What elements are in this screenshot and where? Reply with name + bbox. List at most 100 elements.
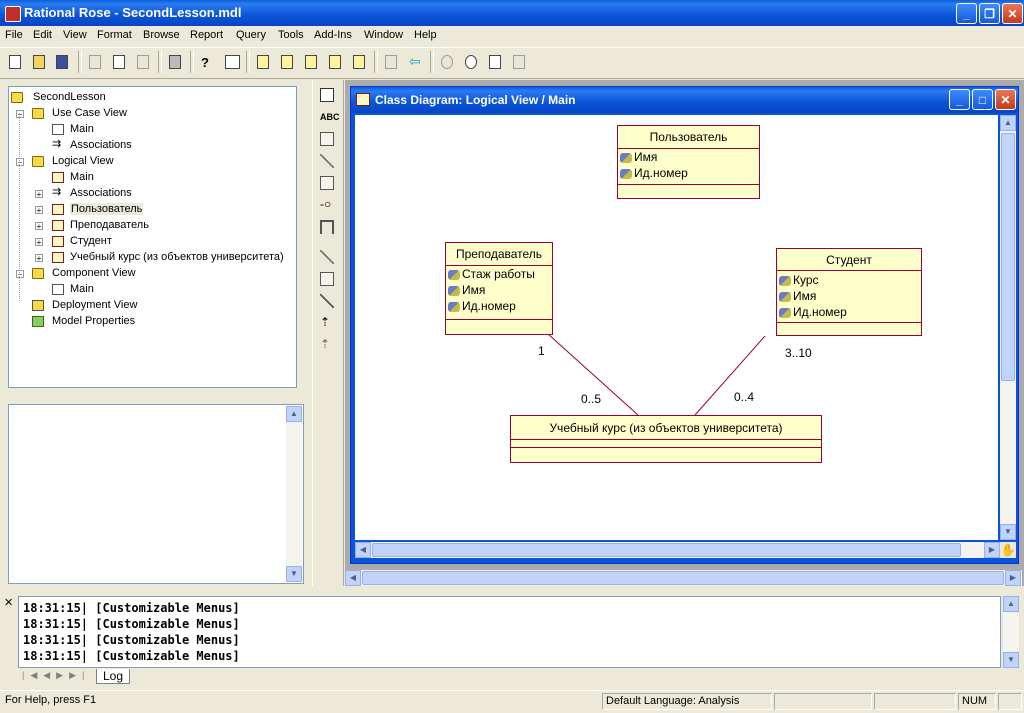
package-tool-icon[interactable]: [318, 270, 336, 288]
menu-help[interactable]: Help: [414, 29, 437, 41]
menu-view[interactable]: View: [63, 29, 87, 41]
scroll-up-icon[interactable]: ▲: [1000, 115, 1016, 131]
log-vertical-scrollbar[interactable]: ▲ ▼: [1003, 596, 1019, 668]
selection-tool-icon[interactable]: [318, 86, 336, 104]
context-help-icon[interactable]: ?: [198, 53, 216, 71]
attribute[interactable]: Стаж работы: [448, 267, 535, 281]
class-name: Пользователь: [618, 126, 759, 149]
collapse-icon[interactable]: −: [16, 110, 24, 119]
browse-deployment-diagram-icon[interactable]: [350, 53, 368, 71]
rational-rose-app-icon[interactable]: [5, 6, 21, 22]
model-browser-tree[interactable]: SecondLesson − Use Case View Main ⇉ Asso…: [8, 86, 297, 388]
text-box-tool-icon[interactable]: ABC: [318, 108, 340, 126]
attribute[interactable]: Имя: [448, 283, 485, 297]
close-button[interactable]: ✕: [1002, 3, 1023, 24]
attribute[interactable]: Имя: [779, 289, 816, 303]
scroll-up-icon[interactable]: ▲: [286, 406, 302, 422]
diagram-horizontal-scrollbar[interactable]: ◀ ▶: [355, 542, 1000, 558]
class-tool-icon[interactable]: [318, 174, 336, 192]
minimize-button[interactable]: _: [956, 3, 977, 24]
print-icon[interactable]: [166, 53, 184, 71]
expand-icon[interactable]: +: [35, 254, 43, 263]
diagram-window-title-bar[interactable]: Class Diagram: Logical View / Main _ □ ✕: [351, 87, 1018, 113]
attribute[interactable]: Имя: [620, 150, 657, 164]
mdi-horizontal-scrollbar[interactable]: ◀ ▶: [345, 570, 1022, 586]
doc-vertical-scrollbar[interactable]: ▲ ▼: [286, 406, 302, 582]
menu-query[interactable]: Query: [236, 29, 266, 41]
menu-report[interactable]: Report: [190, 29, 223, 41]
tab-log[interactable]: Log: [96, 669, 131, 684]
unidirectional-association-tool-icon[interactable]: [318, 218, 336, 236]
paste-icon[interactable]: [134, 53, 152, 71]
copy-icon[interactable]: [110, 53, 128, 71]
class-diagram-window[interactable]: Class Diagram: Logical View / Main _ □ ✕…: [350, 86, 1019, 564]
menu-format[interactable]: Format: [97, 29, 132, 41]
browse-parent-icon[interactable]: [382, 53, 400, 71]
expand-icon[interactable]: +: [35, 190, 43, 199]
scroll-left-icon[interactable]: ◀: [345, 570, 361, 586]
diagram-minimize-button[interactable]: _: [949, 89, 970, 110]
generalization-tool-icon[interactable]: ⇡: [318, 314, 336, 332]
scroll-down-icon[interactable]: ▼: [286, 566, 302, 582]
scroll-right-icon[interactable]: ▶: [984, 542, 1000, 558]
collapse-icon[interactable]: −: [16, 270, 24, 279]
class-teacher[interactable]: Преподаватель Стаж работы Имя Ид.номер: [445, 242, 553, 335]
browse-class-diagram-icon[interactable]: [254, 53, 272, 71]
menu-file[interactable]: File: [5, 29, 23, 41]
zoom-out-icon[interactable]: [462, 53, 480, 71]
scroll-down-icon[interactable]: ▼: [1003, 652, 1019, 668]
expand-icon[interactable]: +: [35, 238, 43, 247]
browse-interaction-diagram-icon[interactable]: [278, 53, 296, 71]
class-student[interactable]: Студент Курс Имя Ид.номер: [776, 248, 922, 336]
pan-hand-icon[interactable]: ✋: [1000, 542, 1016, 558]
close-log-icon[interactable]: ✕: [4, 598, 16, 610]
collapse-icon[interactable]: −: [16, 158, 24, 167]
diagram-vertical-scrollbar[interactable]: ▲ ▼: [1000, 115, 1016, 540]
diagram-maximize-button[interactable]: □: [972, 89, 993, 110]
attribute[interactable]: Ид.номер: [779, 305, 847, 319]
restore-button[interactable]: ❐: [979, 3, 1000, 24]
class-course[interactable]: Учебный курс (из объектов университета): [510, 415, 822, 463]
diagram-canvas[interactable]: Пользователь Имя Ид.номер Преподаватель …: [355, 115, 998, 540]
zoom-in-icon[interactable]: [438, 53, 456, 71]
scroll-up-icon[interactable]: ▲: [1003, 596, 1019, 612]
log-text-area[interactable]: 18:31:15| [Customizable Menus] 18:31:15|…: [18, 596, 1001, 668]
expand-icon[interactable]: +: [35, 222, 43, 231]
browse-state-diagram-icon[interactable]: [326, 53, 344, 71]
scroll-down-icon[interactable]: ▼: [1000, 524, 1016, 540]
new-icon[interactable]: [6, 53, 24, 71]
cut-icon[interactable]: [86, 53, 104, 71]
dependency-tool-icon[interactable]: [318, 292, 336, 310]
scroll-thumb[interactable]: [362, 571, 1004, 585]
scroll-thumb[interactable]: [1001, 133, 1015, 381]
student-course-association[interactable]: [694, 335, 766, 416]
expand-icon[interactable]: +: [35, 206, 43, 215]
view-documentation-icon[interactable]: [222, 53, 240, 71]
documentation-pane[interactable]: ▲ ▼: [8, 404, 304, 584]
menu-window[interactable]: Window: [364, 29, 403, 41]
anchor-note-tool-icon[interactable]: [318, 152, 336, 170]
save-icon[interactable]: [53, 53, 71, 71]
menu-tools[interactable]: Tools: [278, 29, 304, 41]
interface-tool-icon[interactable]: -○: [318, 196, 336, 214]
undo-fit-in-window-icon[interactable]: [510, 53, 528, 71]
note-tool-icon[interactable]: [318, 130, 336, 148]
association-class-tool-icon[interactable]: [318, 248, 336, 266]
scroll-thumb[interactable]: [372, 543, 961, 557]
attribute[interactable]: Ид.номер: [448, 299, 516, 313]
diagram-close-button[interactable]: ✕: [995, 89, 1016, 110]
browse-component-diagram-icon[interactable]: [302, 53, 320, 71]
attribute[interactable]: Ид.номер: [620, 166, 688, 180]
menu-browse[interactable]: Browse: [143, 29, 180, 41]
attribute[interactable]: Курс: [779, 273, 819, 287]
class-user[interactable]: Пользователь Имя Ид.номер: [617, 125, 760, 199]
tab-scroll-arrows[interactable]: |◀◀▶▶|: [22, 670, 90, 681]
menu-edit[interactable]: Edit: [33, 29, 52, 41]
menu-add-ins[interactable]: Add-Ins: [314, 29, 352, 41]
fit-in-window-icon[interactable]: [486, 53, 504, 71]
scroll-right-icon[interactable]: ▶: [1005, 570, 1021, 586]
realize-tool-icon[interactable]: ⇡: [318, 336, 336, 354]
scroll-left-icon[interactable]: ◀: [355, 542, 371, 558]
open-icon[interactable]: [30, 53, 48, 71]
browse-previous-diagram-icon[interactable]: ⇦: [406, 53, 424, 71]
